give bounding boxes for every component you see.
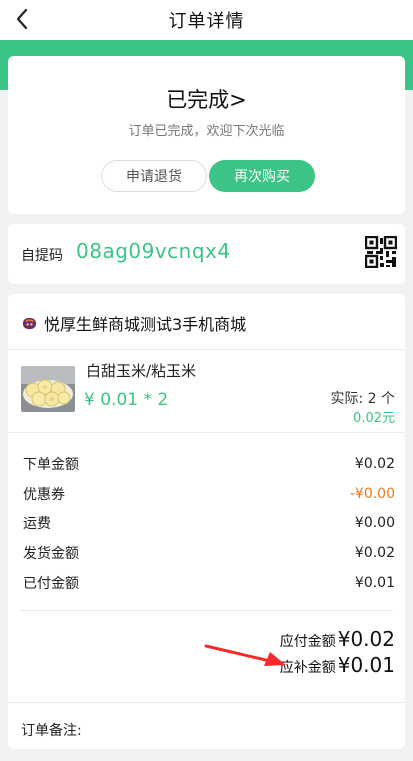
fee-value: ¥0.02: [354, 456, 395, 472]
order-remark-label: 订单备注:: [21, 723, 82, 739]
payable-amount-row: 应付金额 ¥0.02: [280, 627, 395, 651]
product-quantity: 实际: 2 个: [330, 391, 395, 407]
chevron-left-icon: [16, 8, 28, 30]
payable-amount-value: ¥0.02: [337, 627, 395, 651]
fee-row-order-amount: 下单金额 ¥0.02: [23, 454, 395, 474]
supplement-amount-row: 应补金额 ¥0.01: [280, 653, 395, 677]
product-name: 白甜玉米/粘玉米: [86, 362, 197, 380]
shop-logo-icon: [22, 317, 37, 329]
order-status-title[interactable]: 已完成>: [8, 84, 405, 114]
page-title: 订单详情: [168, 11, 245, 32]
pickup-code-label: 自提码: [21, 248, 63, 264]
divider: [8, 702, 405, 703]
order-status-card: 已完成> 订单已完成，欢迎下次光临 申请退货 再次购买: [8, 56, 405, 214]
annotation-arrow-icon: [204, 644, 286, 666]
order-detail-page: 订单详情 已完成> 订单已完成，欢迎下次光临 申请退货 再次购买 自提码 08a…: [0, 0, 413, 761]
fee-label: 优惠券: [23, 487, 65, 503]
pickup-code-card: 自提码 08ag09vcnqx4: [8, 224, 405, 284]
fee-row-shipped-amount: 发货金额 ¥0.02: [23, 543, 395, 563]
fee-label: 已付金额: [23, 576, 79, 592]
shop-header[interactable]: 悦厚生鲜商城测试3手机商城: [21, 311, 246, 335]
supplement-amount-value: ¥0.01: [337, 653, 395, 677]
fee-value: -¥0.00: [349, 486, 395, 502]
fee-row-coupon: 优惠券 -¥0.00: [23, 484, 395, 504]
fee-label: 发货金额: [23, 546, 79, 562]
pickup-code-value: 08ag09vcnqx4: [76, 239, 231, 263]
divider: [20, 610, 393, 611]
fee-label: 运费: [23, 516, 51, 532]
qr-code-icon[interactable]: [365, 236, 397, 268]
divider: [8, 432, 405, 433]
buy-again-button[interactable]: 再次购买: [209, 160, 315, 192]
order-content-card: 悦厚生鲜商城测试3手机商城 白甜玉米/粘玉米 ¥ 0.01 * 2 实际: 2 …: [8, 294, 405, 749]
product-thumbnail[interactable]: [21, 366, 75, 412]
fee-value: ¥0.01: [354, 575, 395, 591]
divider: [8, 349, 405, 350]
product-price: ¥ 0.01 * 2: [84, 390, 169, 410]
product-total: 0.02元: [353, 411, 395, 426]
fee-row-paid-amount: 已付金额 ¥0.01: [23, 573, 395, 593]
fee-label: 下单金额: [23, 457, 79, 473]
back-button[interactable]: [10, 6, 34, 32]
fee-value: ¥0.00: [354, 515, 395, 531]
order-status-subtitle: 订单已完成，欢迎下次光临: [128, 124, 285, 139]
apply-return-button[interactable]: 申请退货: [101, 160, 207, 192]
fee-value: ¥0.02: [354, 545, 395, 561]
fee-row-shipping: 运费 ¥0.00: [23, 513, 395, 533]
shop-name: 悦厚生鲜商城测试3手机商城: [44, 315, 247, 334]
nav-bar: 订单详情: [0, 0, 413, 40]
